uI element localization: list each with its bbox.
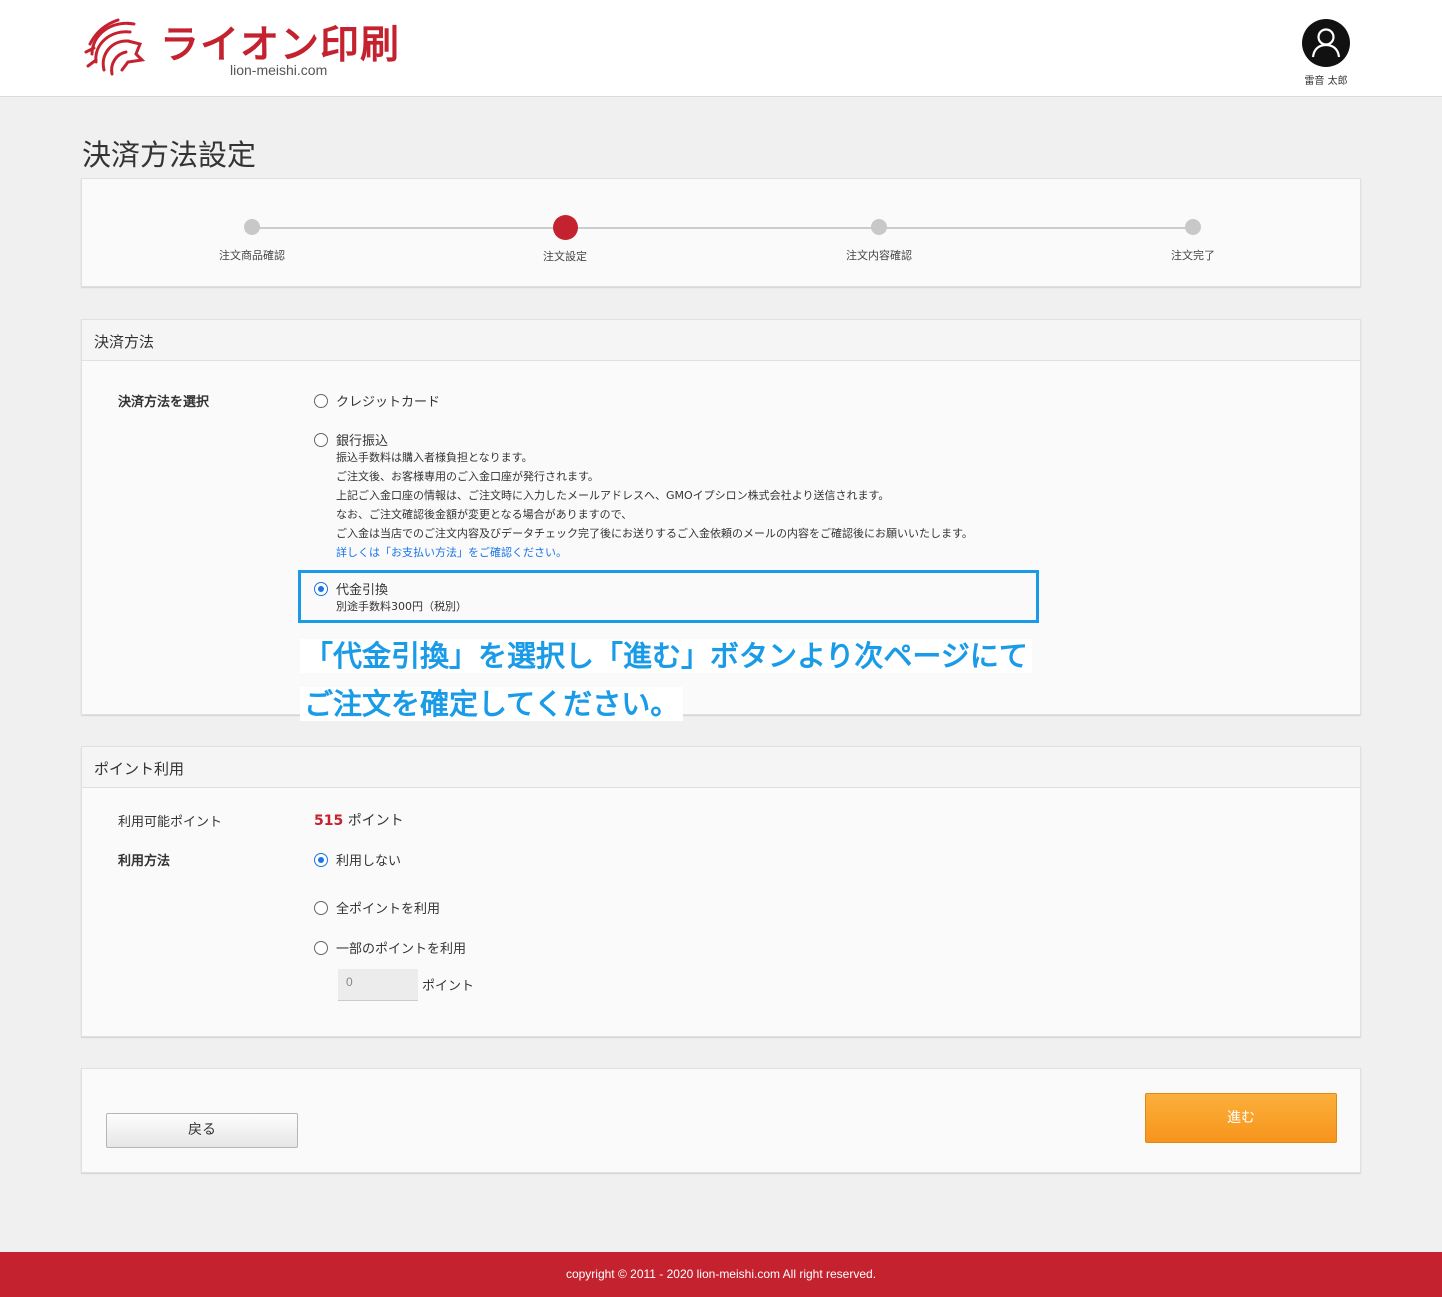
- cash-on-delivery-radio[interactable]: [314, 582, 328, 596]
- usage-method-label: 利用方法: [118, 854, 171, 869]
- step-label: 注文商品確認: [219, 249, 285, 262]
- points-number: 515: [314, 813, 344, 829]
- stepper-line: [250, 227, 1194, 229]
- section-title: 決済方法: [82, 320, 1360, 361]
- section-title: ポイント利用: [82, 747, 1360, 788]
- step-dot: [244, 219, 260, 235]
- partial-points-radio[interactable]: [314, 941, 328, 955]
- step-order-confirm: 注文内容確認: [799, 219, 959, 263]
- step-order-items: 注文商品確認: [172, 219, 332, 263]
- bank-transfer-radio[interactable]: [314, 433, 328, 447]
- step-order-settings: 注文設定: [485, 215, 645, 264]
- step-label: 注文内容確認: [846, 249, 912, 262]
- step-dot-active: [552, 215, 578, 240]
- points-input-unit: ポイント: [422, 979, 475, 994]
- cash-on-delivery-label[interactable]: 代金引換: [336, 579, 388, 598]
- callout-line: ご注文を確定してください。: [300, 687, 684, 721]
- page-title: 決済方法設定: [82, 138, 257, 172]
- next-button[interactable]: 進む: [1145, 1093, 1337, 1143]
- site-footer: copyright © 2011 - 2020 lion-meishi.com …: [0, 1252, 1442, 1297]
- partial-points-label[interactable]: 一部のポイントを利用: [336, 938, 466, 957]
- step-dot: [1185, 219, 1201, 235]
- bank-transfer-description: 振込手数料は購入者様負担となります。 ご注文後、お客様専用のご入金口座が発行され…: [336, 448, 973, 562]
- desc-line: 上記ご入金口座の情報は、ご注文時に入力したメールアドレスへ、GMOイプシロン株式…: [336, 489, 890, 502]
- cash-on-delivery-fee: 別途手数料300円（税別）: [336, 600, 467, 613]
- progress-stepper: 注文商品確認 注文設定 注文内容確認 注文完了: [81, 178, 1361, 287]
- all-points-radio[interactable]: [314, 901, 328, 915]
- no-points-radio[interactable]: [314, 853, 328, 867]
- user-avatar[interactable]: [1302, 19, 1350, 67]
- user-name: 雷音 太郎: [1304, 76, 1348, 87]
- no-points-label[interactable]: 利用しない: [336, 850, 401, 869]
- points-amount-input[interactable]: 0: [338, 969, 418, 1001]
- all-points-label[interactable]: 全ポイントを利用: [336, 898, 440, 917]
- payment-field-label: 決済方法を選択: [118, 395, 210, 410]
- payment-methods-link[interactable]: 詳しくは「お支払い方法」をご確認ください。: [336, 543, 973, 562]
- credit-card-label[interactable]: クレジットカード: [336, 391, 440, 410]
- instruction-callout: 「代金引換」を選択し「進む」ボタンより次ページにて ご注文を確定してください。: [300, 632, 1032, 728]
- available-points-label: 利用可能ポイント: [118, 815, 223, 830]
- brand-domain: lion-meishi.com: [230, 62, 328, 78]
- points-unit: ポイント: [347, 813, 404, 829]
- site-header: ライオン印刷 lion-meishi.com 雷音 太郎: [0, 0, 1442, 97]
- credit-card-radio[interactable]: [314, 394, 328, 408]
- user-icon: [1311, 28, 1341, 58]
- lion-logo-icon[interactable]: [82, 14, 152, 80]
- desc-line: ご入金は当店でのご注文内容及びデータチェック完了後にお送りするご入金依頼のメール…: [336, 527, 973, 540]
- action-bar: 戻る 進む: [81, 1068, 1361, 1173]
- desc-line: 振込手数料は購入者様負担となります。: [336, 451, 533, 464]
- available-points-value: 515 ポイント: [314, 810, 404, 830]
- callout-line: 「代金引換」を選択し「進む」ボタンより次ページにて: [300, 639, 1032, 673]
- bank-transfer-label[interactable]: 銀行振込: [336, 430, 388, 449]
- back-button[interactable]: 戻る: [106, 1113, 298, 1148]
- desc-line: ご注文後、お客様専用のご入金口座が発行されます。: [336, 470, 599, 483]
- step-label: 注文設定: [543, 250, 587, 263]
- step-label: 注文完了: [1171, 249, 1215, 262]
- copyright-text: copyright © 2011 - 2020 lion-meishi.com …: [565, 1267, 877, 1281]
- step-dot: [871, 219, 887, 235]
- desc-line: なお、ご注文確認後金額が変更となる場合がありますので、: [336, 508, 633, 521]
- step-order-complete: 注文完了: [1113, 219, 1273, 263]
- points-section: ポイント利用 利用可能ポイント 515 ポイント 利用方法 利用しない 全ポイン…: [81, 746, 1361, 1037]
